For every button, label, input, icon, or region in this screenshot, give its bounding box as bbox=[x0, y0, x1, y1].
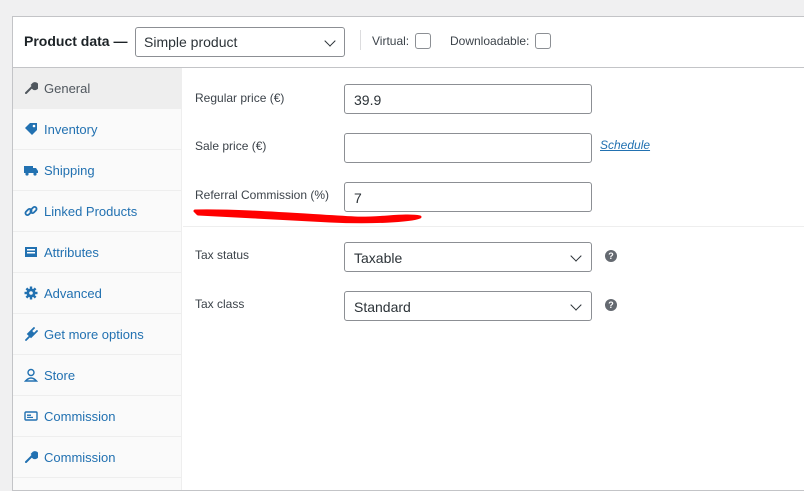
wrench-icon bbox=[24, 450, 39, 464]
product-data-panel: Product data — Simple product Virtual: D… bbox=[12, 16, 804, 491]
truck-icon bbox=[24, 163, 38, 177]
tab-label: Get more options bbox=[44, 327, 144, 342]
tab-commission[interactable]: Commission bbox=[13, 396, 182, 437]
tax-class-value: Standard bbox=[354, 299, 411, 315]
virtual-label: Virtual: bbox=[372, 34, 410, 48]
referral-commission-value: 7 bbox=[354, 190, 362, 206]
tax-class-label: Tax class bbox=[195, 297, 245, 311]
chevron-down-icon bbox=[324, 35, 336, 47]
list-icon bbox=[24, 245, 38, 259]
referral-commission-label: Referral Commission (%) bbox=[195, 188, 330, 202]
help-icon[interactable]: ? bbox=[605, 250, 617, 262]
tab-store[interactable]: Store bbox=[13, 355, 182, 396]
tab-shipping[interactable]: Shipping bbox=[13, 150, 182, 191]
tax-status-select[interactable]: Taxable bbox=[344, 242, 592, 272]
regular-price-value: 39.9 bbox=[354, 92, 382, 108]
tab-get-more-options[interactable]: Get more options bbox=[13, 314, 182, 355]
help-icon[interactable]: ? bbox=[605, 299, 617, 311]
wrench-icon bbox=[24, 81, 39, 95]
gear-icon bbox=[24, 286, 38, 300]
tab-label: Inventory bbox=[44, 122, 98, 137]
sale-price-input[interactable] bbox=[344, 133, 592, 163]
card-icon bbox=[24, 409, 38, 423]
virtual-checkbox[interactable] bbox=[415, 33, 431, 49]
tab-label: Attributes bbox=[44, 245, 99, 260]
link-icon bbox=[24, 204, 38, 218]
regular-price-input[interactable]: 39.9 bbox=[344, 84, 592, 114]
tax-status-label: Tax status bbox=[195, 248, 250, 262]
tab-label: Commission bbox=[44, 450, 116, 465]
product-data-tabs: General Inventory Shipping Linked Produc… bbox=[13, 68, 182, 490]
chevron-down-icon bbox=[570, 299, 582, 311]
tab-label: Linked Products bbox=[44, 204, 138, 219]
tab-commission-2[interactable]: Commission bbox=[13, 437, 182, 478]
product-data-title: Product data — bbox=[24, 33, 128, 49]
schedule-link[interactable]: Schedule bbox=[600, 138, 650, 152]
downloadable-label: Downloadable: bbox=[450, 34, 530, 48]
plugin-icon bbox=[24, 327, 38, 341]
tab-linked-products[interactable]: Linked Products bbox=[13, 191, 182, 232]
regular-price-label: Regular price (€) bbox=[195, 91, 285, 105]
tag-icon bbox=[24, 122, 38, 136]
tab-label: Store bbox=[44, 368, 76, 383]
tab-general[interactable]: General bbox=[13, 68, 182, 109]
red-annotation-underline bbox=[193, 209, 422, 224]
tax-class-select[interactable]: Standard bbox=[344, 291, 592, 321]
tab-advanced[interactable]: Advanced bbox=[13, 273, 182, 314]
user-icon bbox=[23, 368, 39, 382]
tab-label: Shipping bbox=[44, 163, 95, 178]
tab-label: Commission bbox=[44, 409, 116, 424]
product-data-header: Product data — Simple product Virtual: D… bbox=[13, 17, 804, 68]
chevron-down-icon bbox=[570, 250, 582, 262]
downloadable-checkbox[interactable] bbox=[535, 33, 551, 49]
product-type-select[interactable]: Simple product bbox=[135, 27, 345, 57]
tab-label: Advanced bbox=[44, 286, 102, 301]
product-type-value: Simple product bbox=[144, 34, 238, 50]
header-divider bbox=[360, 30, 361, 50]
sale-price-label: Sale price (€) bbox=[195, 139, 267, 153]
tab-attributes[interactable]: Attributes bbox=[13, 232, 182, 273]
general-tab-content: Regular price (€) 39.9 Sale price (€) Sc… bbox=[183, 68, 804, 490]
tab-label: General bbox=[44, 81, 91, 96]
tab-inventory[interactable]: Inventory bbox=[13, 109, 182, 150]
tax-status-value: Taxable bbox=[354, 250, 403, 266]
